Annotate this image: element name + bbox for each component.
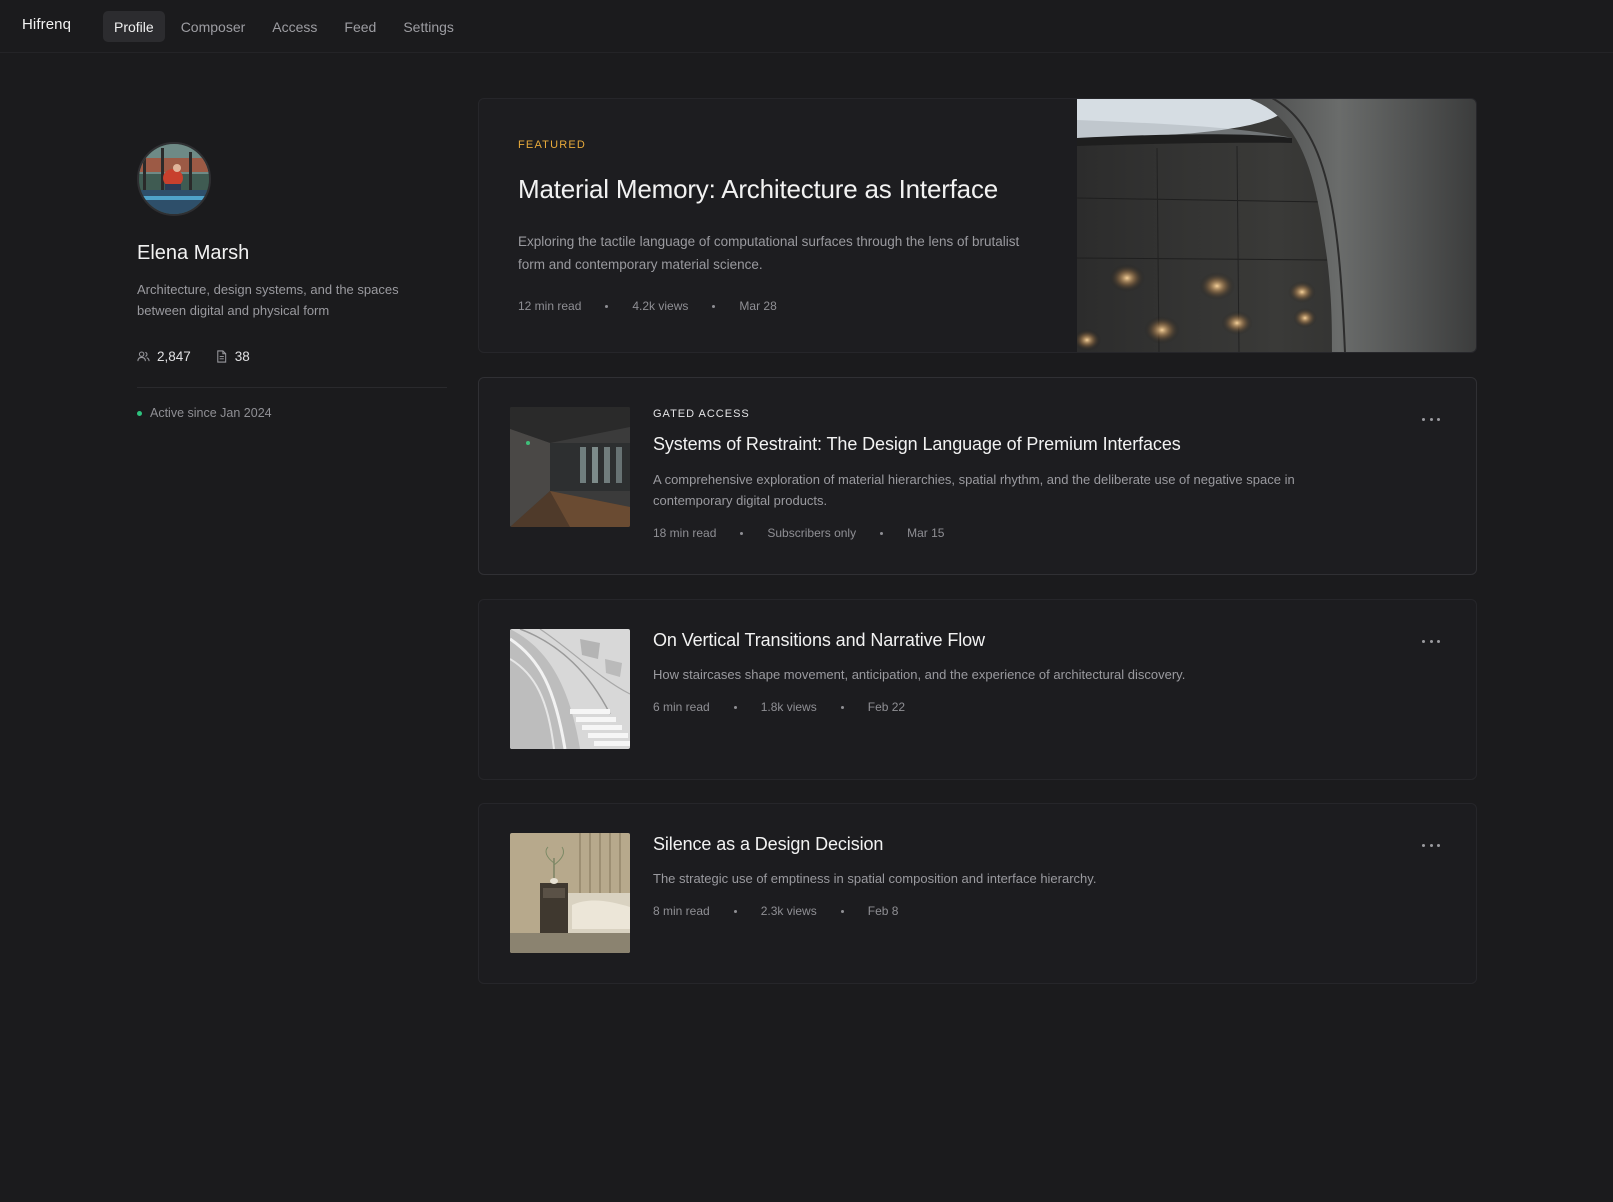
featured-title[interactable]: Material Memory: Architecture as Interfa…	[518, 174, 998, 205]
publish-date: Mar 28	[739, 299, 777, 313]
article-description: The strategic use of emptiness in spatia…	[653, 871, 1097, 886]
followers-count: 2,847	[157, 349, 191, 364]
users-icon	[137, 351, 150, 362]
article-description: A comprehensive exploration of material …	[653, 472, 1295, 508]
active-since-status: Active since Jan 2024	[137, 406, 447, 420]
article-thumbnail[interactable]	[510, 629, 630, 749]
more-options-icon[interactable]	[1422, 840, 1440, 850]
gated-access-label: GATED ACCESS	[653, 408, 750, 420]
main-nav: Profile Composer Access Feed Settings	[103, 11, 470, 42]
article-meta: 8 min read 2.3k views Feb 8	[653, 904, 898, 918]
sidebar-divider	[137, 387, 447, 388]
featured-label: FEATURED	[518, 139, 587, 151]
posts-count: 38	[234, 349, 250, 364]
tab-access[interactable]: Access	[261, 11, 328, 42]
featured-meta: 12 min read 4.2k views Mar 28	[518, 299, 777, 313]
article-title[interactable]: On Vertical Transitions and Narrative Fl…	[653, 630, 985, 651]
view-count: 1.8k views	[760, 700, 817, 714]
publish-date: Mar 15	[907, 526, 945, 540]
meta-separator	[840, 705, 844, 709]
article-meta: 18 min read Subscribers only Mar 15	[653, 526, 944, 540]
profile-bio: Architecture, design systems, and the sp…	[137, 282, 399, 318]
article-card[interactable]: GATED ACCESS Systems of Restraint: The D…	[478, 377, 1477, 575]
followers-stat[interactable]: 2,847	[137, 349, 191, 364]
document-icon	[217, 350, 226, 363]
article-card[interactable]: Silence as a Design Decision The strateg…	[478, 803, 1477, 984]
featured-description: Exploring the tactile language of comput…	[518, 234, 1020, 272]
avatar[interactable]	[137, 142, 211, 216]
status-dot-icon	[137, 410, 142, 416]
article-title[interactable]: Systems of Restraint: The Design Languag…	[653, 434, 1181, 455]
profile-name: Elena Marsh	[137, 242, 250, 264]
article-title[interactable]: Silence as a Design Decision	[653, 834, 883, 855]
meta-separator	[712, 304, 716, 308]
more-options-icon[interactable]	[1422, 636, 1440, 646]
article-card[interactable]: On Vertical Transitions and Narrative Fl…	[478, 599, 1477, 780]
staircase-image	[510, 629, 630, 749]
tab-feed[interactable]: Feed	[333, 11, 387, 42]
view-count: 4.2k views	[632, 299, 689, 313]
active-since-text: Active since Jan 2024	[150, 406, 272, 420]
access-status: Subscribers only	[767, 526, 857, 540]
profile-stats: 2,847 38	[137, 349, 447, 364]
meta-separator	[733, 705, 737, 709]
view-count: 2.3k views	[760, 904, 817, 918]
article-meta: 6 min read 1.8k views Feb 22	[653, 700, 905, 714]
publish-date: Feb 8	[867, 904, 899, 918]
interior-room-image	[510, 833, 630, 953]
avatar-image	[139, 144, 209, 214]
tab-settings[interactable]: Settings	[392, 11, 465, 42]
brand-logo[interactable]: Hifrenq	[22, 16, 71, 33]
tab-composer[interactable]: Composer	[170, 11, 257, 42]
profile-sidebar: Elena Marsh Architecture, design systems…	[137, 142, 447, 420]
read-time: 18 min read	[653, 526, 717, 540]
more-options-icon[interactable]	[1422, 414, 1440, 424]
meta-separator	[740, 531, 744, 535]
posts-stat[interactable]: 38	[215, 349, 250, 364]
featured-article-card[interactable]: FEATURED Material Memory: Architecture a…	[478, 98, 1477, 353]
corridor-image	[510, 407, 630, 527]
meta-separator	[880, 531, 884, 535]
meta-separator	[733, 909, 737, 913]
article-thumbnail[interactable]	[510, 833, 630, 953]
top-navigation-bar: Hifrenq Profile Composer Access Feed Set…	[0, 0, 1613, 53]
article-thumbnail[interactable]	[510, 407, 630, 527]
read-time: 6 min read	[653, 700, 710, 714]
read-time: 12 min read	[518, 299, 582, 313]
read-time: 8 min read	[653, 904, 710, 918]
featured-image[interactable]	[1077, 98, 1477, 353]
publish-date: Feb 22	[867, 700, 906, 714]
tab-profile[interactable]: Profile	[103, 11, 165, 42]
article-description: How staircases shape movement, anticipat…	[653, 667, 1186, 682]
meta-separator	[840, 909, 844, 913]
meta-separator	[605, 304, 609, 308]
